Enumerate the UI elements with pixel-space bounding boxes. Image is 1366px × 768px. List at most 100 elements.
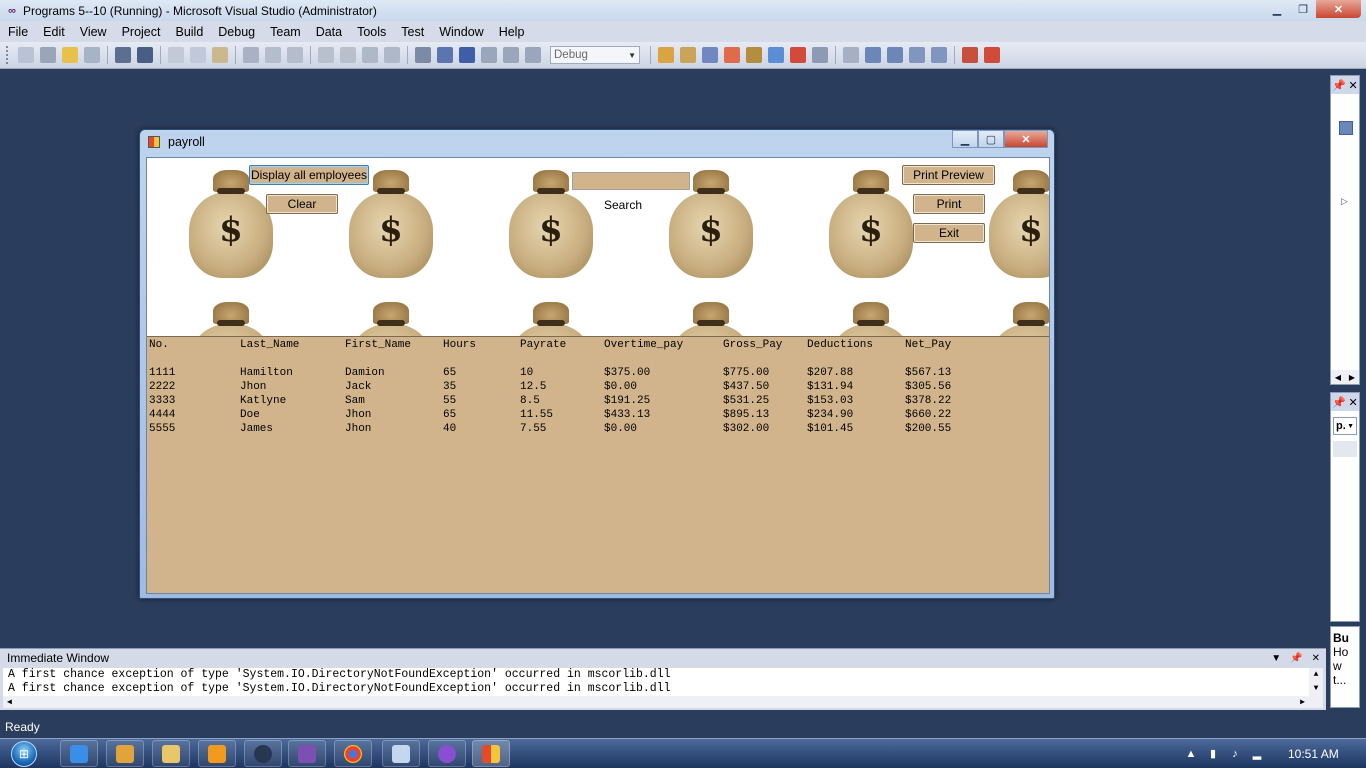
close-icon[interactable]: ✕ [1349,396,1358,409]
network-icon[interactable]: ▂ [1251,748,1263,760]
watch-icon[interactable] [887,47,903,63]
taskbar-visual-studio[interactable] [288,740,326,767]
print-button[interactable]: Print [913,194,985,214]
close-icon[interactable]: ✕ [1312,653,1320,664]
menu-file[interactable]: File [0,25,35,39]
menu-build[interactable]: Build [167,25,210,39]
window-position-dropdown-icon[interactable]: ▼ [1271,653,1281,664]
taskbar-app[interactable] [106,740,144,767]
search-button[interactable]: Search [602,198,645,212]
show-hidden-icons-icon[interactable]: ▲ [1185,748,1197,760]
panel-horizontal-scrollbar[interactable]: ◀ ▶ [1331,370,1359,384]
immediate-icon[interactable] [931,47,947,63]
taskbar-app-purple[interactable] [428,740,466,767]
immediate-vertical-scrollbar[interactable]: ▲ ▼ [1309,668,1323,708]
pause-icon[interactable] [437,47,453,63]
panel-object-select[interactable]: p. ▼ [1333,417,1357,435]
taskbar-payroll[interactable] [472,740,510,767]
volume-icon[interactable]: ♪ [1229,748,1241,760]
print-preview-button[interactable]: Print Preview [902,165,995,185]
menu-tools[interactable]: Tools [349,25,393,39]
clock[interactable]: 10:51 AM [1288,747,1339,761]
open-file-icon[interactable] [62,47,78,63]
menu-project[interactable]: Project [114,25,168,39]
find-icon[interactable] [243,47,259,63]
menu-debug[interactable]: Debug [210,25,262,39]
continue-icon[interactable] [415,47,431,63]
menu-test[interactable]: Test [393,25,431,39]
extension-manager-icon[interactable] [768,47,784,63]
undo-icon[interactable] [318,47,334,63]
toolbar-grip[interactable] [6,46,9,64]
close-icon[interactable]: ✕ [1349,79,1358,92]
menu-help[interactable]: Help [491,25,532,39]
employee-listbox[interactable]: No. Last_Name First_Name Hours Payrate O… [147,336,1049,593]
cut-icon[interactable] [168,47,184,63]
pin-icon[interactable]: 📌 [1290,653,1302,664]
copy-icon[interactable] [190,47,206,63]
find-in-files-icon[interactable] [658,47,674,63]
navigate-back-icon[interactable] [362,47,378,63]
locals-icon[interactable] [865,47,881,63]
taskbar-media-player[interactable] [198,740,236,767]
save-icon[interactable] [115,47,131,63]
start-button[interactable]: ⊞ [4,739,44,768]
step-over-icon[interactable] [503,47,519,63]
stop-icon[interactable] [459,47,475,63]
menu-window[interactable]: Window [431,25,490,39]
breakpoint-dropdown-icon[interactable] [984,47,1000,63]
toolbox-icon[interactable] [746,47,762,63]
clear-button[interactable]: Clear [266,194,338,214]
display-all-employees-button[interactable]: Display all employees [249,165,369,185]
search-input[interactable] [572,172,690,190]
error-list-icon[interactable] [790,47,806,63]
list-item[interactable]: 3333 Katlyne Sam 55 8.5 $191.25 $531.25 … [147,395,1049,409]
power-icon[interactable]: ▮ [1207,748,1219,760]
new-project-icon[interactable] [18,47,34,63]
vs-close-button[interactable]: ✕ [1316,0,1361,18]
output-icon[interactable] [812,47,828,63]
form-maximize-button[interactable]: ▢ [978,130,1004,148]
taskbar-paint[interactable] [382,740,420,767]
vs-restore-button[interactable]: ❐ [1290,0,1316,18]
step-into-icon[interactable] [481,47,497,63]
form-close-button[interactable]: ✕ [1004,130,1048,148]
add-item-icon[interactable] [40,47,56,63]
menu-edit[interactable]: Edit [35,25,72,39]
panel-expand-arrow-icon[interactable]: ▷ [1341,196,1348,207]
navigate-forward-icon[interactable] [384,47,400,63]
step-out-icon[interactable] [525,47,541,63]
taskbar-explorer[interactable] [152,740,190,767]
menu-data[interactable]: Data [308,25,349,39]
vs-minimize-button[interactable]: ▁ [1264,0,1290,18]
add-icon[interactable] [84,47,100,63]
taskbar-internet-explorer[interactable] [60,740,98,767]
list-item[interactable]: 5555 James Jhon 40 7.55 $0.00 $302.00 $1… [147,423,1049,437]
pin-icon[interactable]: 📌 [1332,396,1346,409]
solution-configuration-select[interactable]: Debug ▼ [550,46,640,64]
taskbar-hp[interactable] [244,740,282,767]
panel-tab-icon[interactable] [1339,121,1353,135]
comment-icon[interactable] [265,47,281,63]
immediate-horizontal-scrollbar[interactable]: ◀ ▶ [3,696,1309,708]
list-item[interactable]: 1111 Hamilton Damion 65 10 $375.00 $775.… [147,367,1049,381]
object-browser-icon[interactable] [724,47,740,63]
form-minimize-button[interactable]: ▁ [952,130,978,148]
taskbar-chrome[interactable] [334,740,372,767]
menu-team[interactable]: Team [262,25,308,39]
pin-icon[interactable]: 📌 [1332,79,1346,92]
properties-icon[interactable] [702,47,718,63]
list-item[interactable]: 4444 Doe Jhon 65 11.55 $433.13 $895.13 $… [147,409,1049,423]
threads-icon[interactable] [962,47,978,63]
call-stack-icon[interactable] [909,47,925,63]
exit-button[interactable]: Exit [913,223,985,243]
save-all-icon[interactable] [137,47,153,63]
panel-sort-icon[interactable] [1333,441,1357,457]
immediate-output[interactable]: A first chance exception of type 'System… [3,668,1323,708]
solution-explorer-icon[interactable] [680,47,696,63]
paste-icon[interactable] [212,47,228,63]
redo-icon[interactable] [340,47,356,63]
list-item[interactable]: 2222 Jhon Jack 35 12.5 $0.00 $437.50 $13… [147,381,1049,395]
menu-view[interactable]: View [72,25,114,39]
uncomment-icon[interactable] [287,47,303,63]
